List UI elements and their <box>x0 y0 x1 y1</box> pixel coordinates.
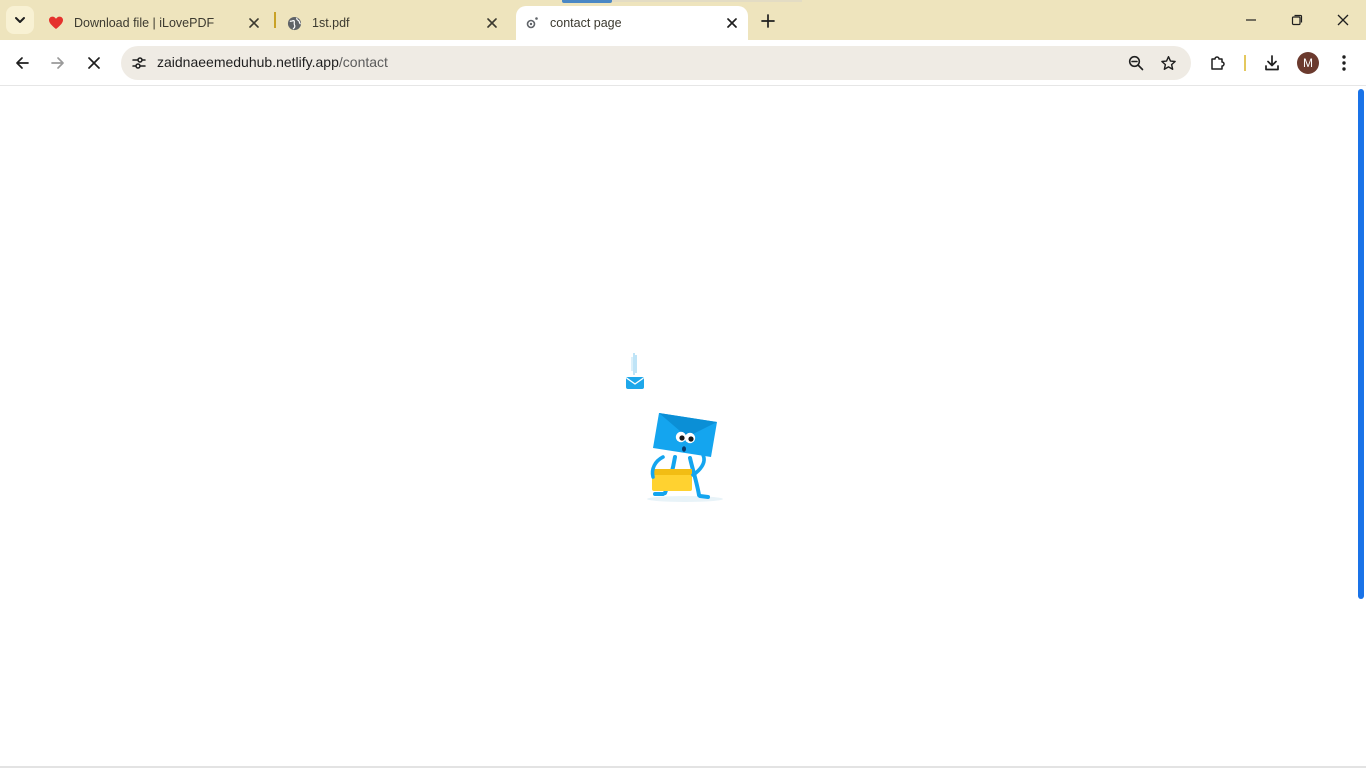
puzzle-icon <box>1211 56 1225 70</box>
close-icon <box>88 57 100 69</box>
minimize-button[interactable] <box>1228 0 1274 40</box>
toolbar: zaidnaeemeduhub.netlify.app/contact M <box>0 40 1366 86</box>
url-path: /contact <box>338 54 388 70</box>
tab-title: contact page <box>550 16 622 30</box>
tab-1st-pdf[interactable]: 1st.pdf <box>278 6 508 40</box>
star-icon <box>1160 55 1176 70</box>
zoom-out-icon <box>1128 55 1144 71</box>
envelope-character-icon <box>650 413 717 499</box>
tab-title: 1st.pdf <box>312 16 350 30</box>
browser-window: Download file | iLovePDF 1st.pdf contact… <box>0 0 1366 768</box>
download-icon <box>1265 55 1279 71</box>
stop-loading-button[interactable] <box>78 47 110 79</box>
restore-button[interactable] <box>1274 0 1320 40</box>
more-vert-icon <box>1342 55 1346 71</box>
tab-search-button[interactable] <box>6 6 34 34</box>
restore-icon <box>1291 14 1303 26</box>
close-icon[interactable] <box>482 13 502 33</box>
back-arrow-icon <box>16 57 29 69</box>
tab-contact-page[interactable]: contact page <box>516 6 748 40</box>
url-text[interactable]: zaidnaeemeduhub.netlify.app/contact <box>157 54 388 70</box>
new-tab-button[interactable] <box>755 8 781 34</box>
heart-icon <box>48 15 64 31</box>
globe-icon <box>286 15 302 31</box>
address-bar[interactable]: zaidnaeemeduhub.netlify.app/contact <box>121 46 1191 80</box>
scrollbar[interactable] <box>1356 87 1366 768</box>
forward-arrow-icon <box>51 57 64 69</box>
chevron-down-icon <box>15 17 25 23</box>
downloads-button[interactable] <box>1259 50 1285 76</box>
zoom-button[interactable] <box>1124 51 1148 75</box>
loading-icon <box>524 15 540 31</box>
plus-icon <box>761 14 775 28</box>
profile-avatar[interactable]: M <box>1297 52 1319 74</box>
close-window-button[interactable] <box>1320 0 1366 40</box>
toolbar-divider <box>1244 55 1246 71</box>
bookmark-button[interactable] <box>1156 51 1180 75</box>
url-domain: zaidnaeemeduhub.netlify.app <box>157 54 339 70</box>
site-info-button[interactable] <box>125 49 153 77</box>
extensions-button[interactable] <box>1205 50 1231 76</box>
tab-strip: Download file | iLovePDF 1st.pdf contact… <box>0 0 1366 40</box>
falling-envelope-icon <box>626 353 644 389</box>
tab-loading-track <box>612 0 802 2</box>
tune-icon <box>132 57 146 69</box>
tab-ilovepdf[interactable]: Download file | iLovePDF <box>40 6 270 40</box>
minimize-icon <box>1246 19 1256 21</box>
mail-carrier-loading-animation <box>626 353 723 502</box>
tab-title: Download file | iLovePDF <box>74 16 215 30</box>
close-icon[interactable] <box>244 13 264 33</box>
scrollbar-thumb[interactable] <box>1358 89 1364 599</box>
forward-button[interactable] <box>42 47 74 79</box>
close-icon <box>1337 14 1349 26</box>
menu-button[interactable] <box>1331 50 1357 76</box>
tab-separator <box>274 12 276 28</box>
tab-loading-progress <box>562 0 612 3</box>
close-icon[interactable] <box>722 13 742 33</box>
back-button[interactable] <box>6 47 38 79</box>
